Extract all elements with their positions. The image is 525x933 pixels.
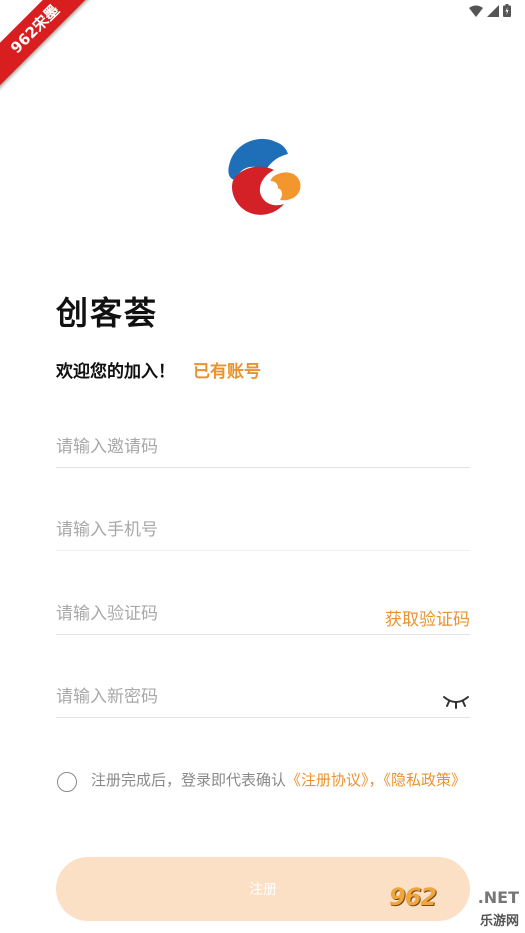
eye-closed-icon[interactable] [442,693,470,709]
terms-link[interactable]: 《注册协议》 [286,771,369,789]
get-code-button[interactable]: 获取验证码 [385,605,470,630]
verification-code-input[interactable] [56,604,356,624]
agreement-checkbox[interactable] [57,772,77,792]
status-icons [469,4,511,17]
verification-code-field: 获取验证码 [56,583,470,635]
password-field [56,666,470,718]
agreement-text: 注册完成后，登录即代表确认《注册协议》，《隐私政策》 [91,768,469,792]
agreement-separator: ， [368,771,384,789]
welcome-text: 欢迎您的加入！ [56,362,175,382]
app-logo [228,138,301,215]
site-watermark: 962 .NET 乐游网 [383,883,519,929]
wifi-icon [469,5,483,17]
watermark-net: .NET [477,888,519,907]
agreement-prefix: 注册完成后，登录即代表确认 [91,771,287,789]
watermark-top: 962 [389,883,437,911]
invite-code-field [56,416,470,468]
phone-field [56,499,470,551]
privacy-link[interactable]: 《隐私政策》 [384,771,467,789]
password-input[interactable] [56,687,356,707]
welcome-row: 欢迎您的加入！ 已有账号 [56,357,261,382]
watermark-bottom: 乐游网 [479,914,519,929]
signal-icon [487,4,499,17]
has-account-link[interactable]: 已有账号 [193,357,261,382]
invite-code-input[interactable] [56,437,356,457]
phone-input[interactable] [56,520,356,540]
page-title: 创客荟 [56,294,159,332]
logo-white-dot [264,181,278,195]
battery-icon [503,4,511,17]
